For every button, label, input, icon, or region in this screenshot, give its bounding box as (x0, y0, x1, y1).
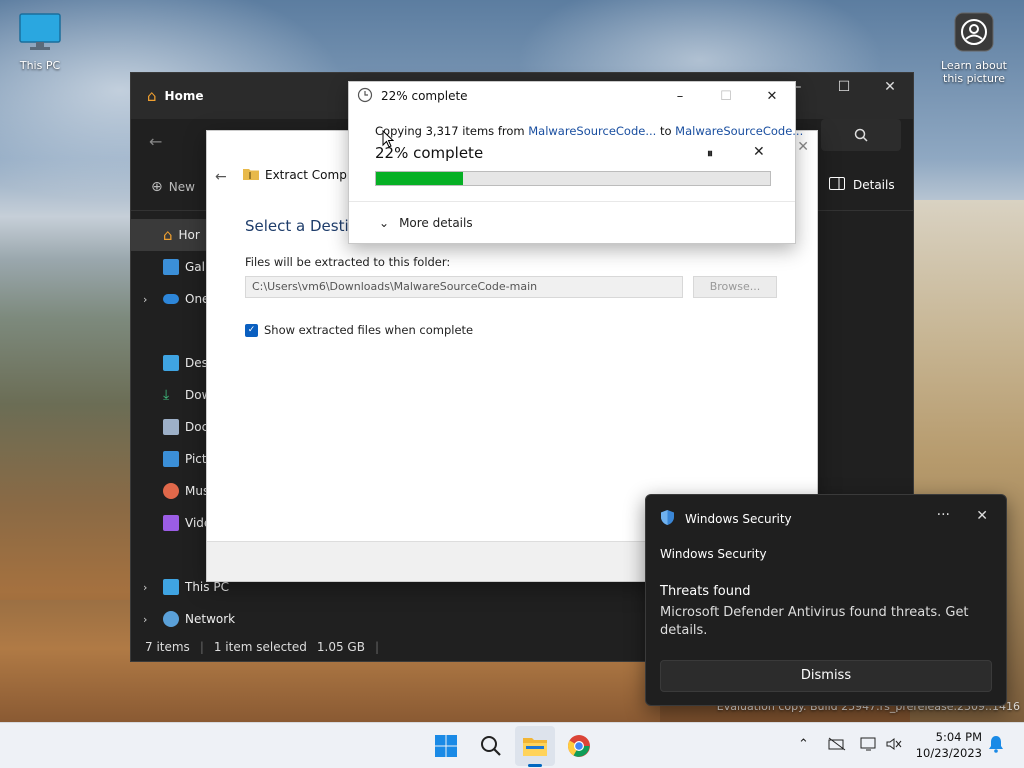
file-explorer-icon[interactable] (520, 731, 550, 761)
sidebar-item-label: Gall (185, 260, 209, 274)
camera-info-icon (934, 12, 1014, 55)
sidebar-item-label: Hor (178, 228, 200, 242)
close-icon[interactable]: ✕ (749, 82, 795, 110)
show-hidden-icons-chevron-icon[interactable]: ⌃ (798, 737, 809, 752)
toast-body: Microsoft Defender Antivirus found threa… (660, 605, 969, 638)
taskbar: ⌃ 5:04 PM 10/23/2023 (0, 722, 1024, 768)
close-icon[interactable]: ✕ (976, 508, 988, 524)
downloads-icon: ⤓ (163, 387, 170, 403)
sidebar-item-label: This PC (185, 580, 229, 594)
show-extracted-files-checkbox[interactable]: ✓ Show extracted files when complete (245, 323, 473, 337)
chevron-right-icon[interactable]: › (143, 293, 147, 306)
destination-folder-link[interactable]: MalwareSourceCode... (675, 124, 803, 138)
status-selected: 1 item selected (213, 640, 307, 654)
home-icon: ⌂ (147, 87, 157, 105)
more-options-icon[interactable]: ··· (937, 507, 950, 523)
cancel-icon[interactable]: ✕ (753, 144, 765, 160)
onedrive-icon (163, 294, 179, 304)
toast-header: Windows Security (660, 509, 792, 529)
toast-header-title: Windows Security (685, 512, 792, 526)
explorer-tab-title[interactable]: Home (165, 89, 204, 103)
desktop-icon-this-pc[interactable]: This PC (0, 12, 80, 72)
show-extracted-files-label: Show extracted files when complete (264, 323, 474, 337)
progress-bar (375, 171, 771, 186)
progress-bar-fill (376, 172, 463, 185)
status-divider: | (374, 640, 380, 654)
display-icon[interactable] (860, 737, 878, 755)
this-pc-icon (163, 579, 179, 595)
documents-icon (163, 419, 179, 435)
toast-app-name: Windows Security (660, 547, 767, 561)
details-button[interactable]: Details (829, 177, 895, 193)
videos-icon (163, 515, 179, 531)
progress-window-controls: – ☐ ✕ (657, 82, 795, 110)
search-icon[interactable] (476, 731, 506, 761)
clock-date: 10/23/2023 (915, 746, 982, 760)
pause-icon[interactable]: ⏸ (707, 146, 713, 161)
dismiss-button[interactable]: Dismiss (660, 660, 992, 692)
maximize-icon[interactable]: ☐ (821, 73, 867, 101)
active-app-indicator (528, 764, 542, 767)
desktop-icon-label: This PC (19, 59, 61, 72)
sidebar-item-label: Pict (185, 452, 207, 466)
progress-clock-icon (357, 87, 373, 106)
clock-time: 5:04 PM (935, 730, 982, 744)
more-details-label: More details (399, 216, 473, 230)
progress-window-title: 22% complete (381, 89, 468, 103)
desktop-icon-label-line2: this picture (943, 72, 1005, 85)
sidebar-item-label: Network (185, 612, 236, 626)
back-arrow-icon[interactable]: ← (215, 169, 227, 185)
search-icon[interactable] (821, 119, 901, 151)
gallery-icon (163, 259, 179, 275)
copy-progress-window: 22% complete – ☐ ✕ Copying 3,317 items f… (348, 81, 803, 244)
checkmark-icon: ✓ (245, 323, 258, 337)
home-icon: ⌂ (163, 226, 173, 244)
network-icon (163, 611, 179, 627)
system-clock[interactable]: 5:04 PM 10/23/2023 (916, 729, 982, 761)
music-icon (163, 483, 179, 499)
status-divider: | (199, 640, 204, 654)
divider (349, 201, 795, 202)
chevron-down-icon: ⌄ (379, 216, 390, 230)
copying-prefix: Copying 3,317 items from (375, 124, 529, 138)
notification-bell-icon[interactable] (988, 735, 1004, 757)
back-arrow-icon[interactable]: ← (149, 132, 162, 151)
mouse-cursor-icon (382, 129, 395, 151)
sidebar-item-label: Doc (185, 420, 209, 434)
pictures-icon (163, 451, 179, 467)
extract-dialog-header: Extract Compres (243, 167, 365, 183)
sidebar-item-network[interactable]: › Network (131, 603, 289, 635)
destination-label: Files will be extracted to this folder: (245, 255, 451, 269)
more-details-toggle[interactable]: ⌄ More details (379, 216, 473, 230)
desktop-icon-learn-about-picture[interactable]: Learn about this picture (934, 12, 1014, 85)
copying-to: to (656, 124, 676, 138)
chevron-right-icon[interactable]: › (143, 581, 147, 594)
copying-status-line: Copying 3,317 items from MalwareSourceCo… (375, 124, 803, 138)
close-icon[interactable]: ✕ (797, 139, 809, 155)
monitor-icon (0, 12, 80, 55)
windows-security-toast[interactable]: Windows Security ··· ✕ Windows Security … (645, 494, 1007, 706)
browse-button[interactable]: Browse... (693, 276, 777, 298)
close-icon[interactable]: ✕ (867, 73, 913, 101)
desktop-folder-icon (163, 355, 179, 371)
status-size: 1.05 GB (316, 640, 365, 654)
details-pane-icon (829, 177, 845, 193)
minimize-icon[interactable]: – (657, 82, 703, 110)
toast-title: Threats found (660, 584, 751, 599)
details-label: Details (853, 178, 895, 192)
volume-muted-icon[interactable] (886, 737, 902, 755)
desktop-icon-label-line1: Learn about (941, 59, 1007, 72)
new-button[interactable]: New (169, 180, 195, 194)
status-item-count: 7 items (145, 640, 190, 654)
destination-path-input[interactable]: C:\Users\vm6\Downloads\MalwareSourceCode… (245, 276, 683, 298)
chrome-icon[interactable] (564, 731, 594, 761)
shield-icon (660, 509, 675, 529)
start-windows-icon[interactable] (431, 731, 461, 761)
chevron-right-icon[interactable]: › (143, 613, 147, 626)
network-offline-icon[interactable] (828, 737, 846, 755)
source-folder-link[interactable]: MalwareSourceCode... (528, 124, 656, 138)
maximize-icon: ☐ (720, 88, 732, 104)
new-plus-icon[interactable]: ⊕ (151, 179, 163, 195)
zip-folder-icon (243, 167, 259, 183)
